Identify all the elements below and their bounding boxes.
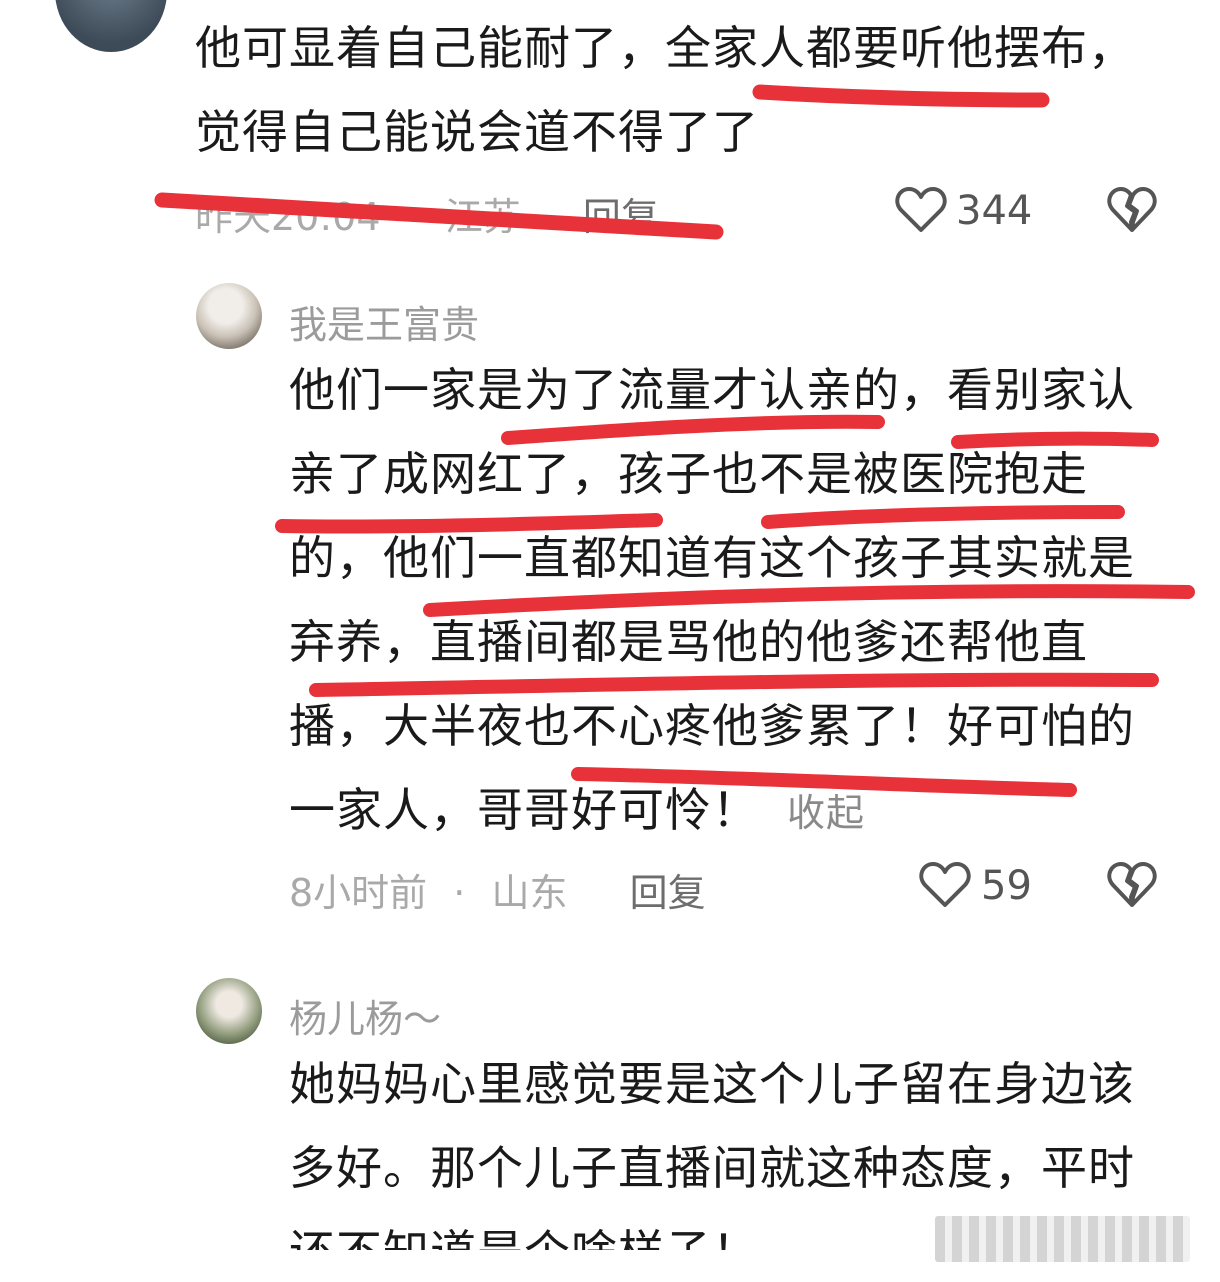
comment-line: 一家人，哥哥好可怜！ 收起	[289, 768, 1135, 855]
meta-separator: ·	[453, 871, 466, 915]
heart-outline-icon	[895, 187, 947, 232]
avatar[interactable]	[196, 283, 262, 349]
comment-meta: 8小时前 · 山东 回复	[289, 862, 706, 917]
watermark	[935, 1216, 1190, 1262]
comment-line-text: 一家人，哥哥好可怜！	[289, 783, 759, 837]
dislike-button[interactable]	[1107, 861, 1157, 909]
comment-line: 多好。那个儿子直播间就这种态度，平时	[289, 1141, 1135, 1195]
broken-heart-icon	[1107, 862, 1157, 907]
comment-time: 8小时前	[289, 871, 428, 915]
comment-line: 他可显着自己能耐了，全家人都要听他摆布，	[195, 21, 1135, 75]
username[interactable]: 杨儿杨～	[289, 988, 441, 1043]
comment-line: 的，他们一直都知道有这个孩子其实就是	[289, 531, 1135, 585]
comment-location: 山东	[491, 871, 568, 915]
comment-line: 觉得自己能说会道不得了了	[195, 105, 759, 159]
like-count: 59	[981, 863, 1032, 909]
heart-outline-icon	[919, 862, 971, 907]
comment-line: 弃养，直播间都是骂他的他爹还帮他直	[289, 615, 1088, 669]
reply-button[interactable]: 回复	[583, 195, 659, 239]
broken-heart-icon	[1107, 187, 1157, 232]
comment-time: 昨天20:04	[195, 195, 381, 239]
like-button[interactable]	[895, 186, 947, 234]
dislike-button[interactable]	[1107, 186, 1157, 234]
like-count: 344	[956, 188, 1033, 234]
collapse-button[interactable]: 收起	[787, 791, 865, 835]
comment-location: 江苏	[444, 195, 521, 239]
meta-separator: ·	[406, 195, 419, 239]
avatar[interactable]	[196, 978, 262, 1044]
avatar[interactable]	[55, 0, 167, 52]
reply-button[interactable]: 回复	[630, 871, 706, 915]
comment-text: 他们一家是为了流量才认亲的，看别家认 亲了成网红了，孩子也不是被医院抱走 的，他…	[289, 348, 1135, 855]
like-button[interactable]	[919, 861, 971, 909]
comment-text: 他可显着自己能耐了，全家人都要听他摆布， 觉得自己能说会道不得了了	[195, 6, 1135, 174]
comment-line: 他们一家是为了流量才认亲的，看别家认	[289, 363, 1135, 417]
comment-line: 她妈妈心里感觉要是这个儿子留在身边该	[289, 1057, 1135, 1111]
comment-line: 亲了成网红了，孩子也不是被医院抱走	[289, 447, 1088, 501]
comment-line: 播，大半夜也不心疼他爹累了！好可怕的	[289, 699, 1135, 753]
comment-meta: 昨天20:04 · 江苏 回复	[195, 186, 659, 241]
username[interactable]: 我是王富贵	[289, 294, 479, 349]
